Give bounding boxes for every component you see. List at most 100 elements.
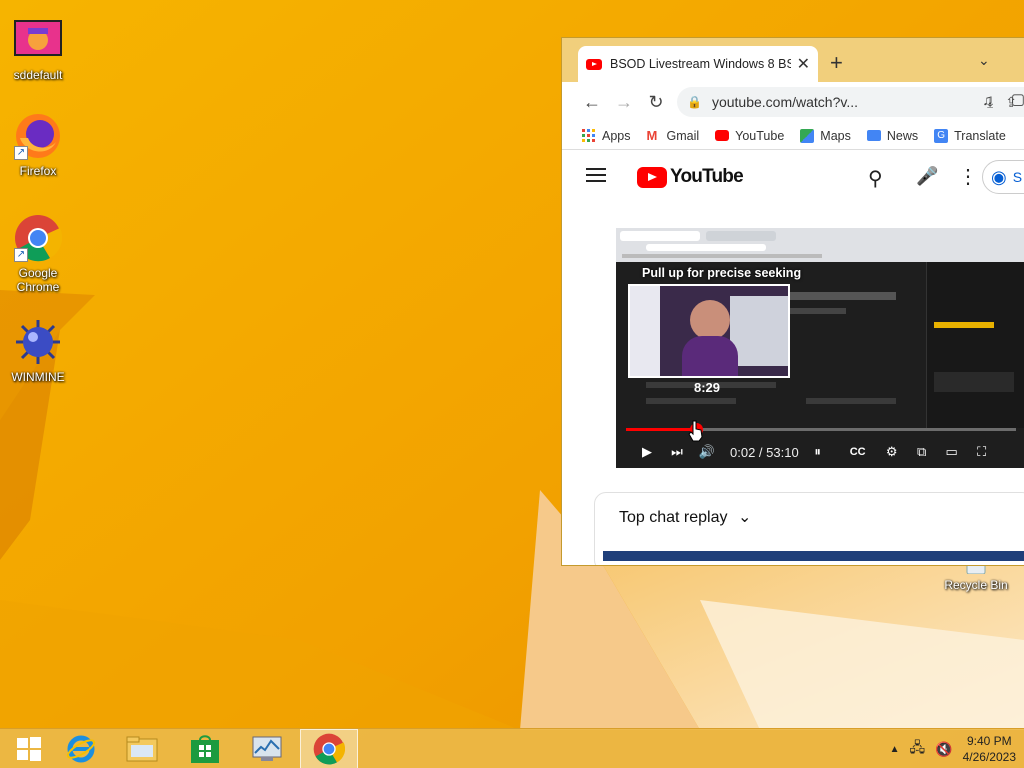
bookmark-gmail[interactable]: M Gmail	[646, 127, 700, 143]
windows-logo-icon	[17, 737, 41, 761]
autoplay-toggle-icon[interactable]: ⏸	[803, 444, 833, 460]
bookmark-label: Gmail	[666, 128, 700, 143]
chat-mode-dropdown[interactable]: Top chat replay ⌄	[619, 507, 751, 527]
new-tab-button[interactable]: +	[830, 50, 843, 76]
network-icon[interactable]: 🖧	[910, 737, 926, 761]
volume-icon[interactable]: 🔊	[692, 444, 722, 460]
fullscreen-icon[interactable]: ⛶	[967, 444, 997, 460]
bookmark-label: YouTube	[735, 128, 785, 143]
side-panel-icon[interactable]: ▢	[1002, 90, 1024, 108]
tab-title: BSOD Livestream Windows 8 BSOD	[610, 57, 791, 71]
desktop-icon-sddefault[interactable]: sddefault	[0, 16, 76, 82]
bookmark-label: Maps	[820, 128, 851, 143]
taskbar: ▲ 🖧 🔇 9:40 PM 4/26/2023	[0, 728, 1024, 768]
forward-arrow-icon[interactable]: →	[608, 92, 640, 113]
seek-preview-time: 8:29	[694, 380, 721, 395]
bookmark-news[interactable]: News	[866, 129, 918, 143]
miniplayer-icon[interactable]: ⧉	[907, 444, 937, 460]
search-icon[interactable]: ⚲	[868, 166, 883, 191]
settings-gear-icon[interactable]: ⚙	[877, 444, 907, 460]
maps-icon	[800, 128, 815, 143]
captions-icon[interactable]: CC	[843, 446, 873, 458]
gmail-icon: M	[646, 127, 658, 143]
store-icon	[191, 735, 219, 763]
monitor-chart-icon	[252, 736, 282, 761]
bookmark-apps[interactable]: Apps	[582, 128, 631, 143]
youtube-page: YouTube ⚲ 🎤 ⋮ ◉ S Pull up for precise se…	[562, 150, 1024, 565]
time-display: 0:02 / 53:10	[730, 444, 799, 460]
url-text: youtube.com/watch?v...	[711, 94, 858, 110]
youtube-favicon-icon	[586, 58, 602, 70]
media-controls-icon[interactable]: ♫	[972, 92, 1004, 109]
seek-preview-thumbnail	[628, 284, 790, 378]
clock[interactable]: 9:40 PM 4/26/2023	[963, 733, 1016, 765]
bookmark-label: Translate	[954, 128, 1006, 143]
bookmark-youtube[interactable]: YouTube	[715, 129, 784, 143]
youtube-icon	[715, 130, 730, 141]
folder-icon	[126, 736, 158, 762]
youtube-header: YouTube ⚲ 🎤 ⋮ ◉ S	[562, 150, 1024, 206]
play-icon[interactable]: ▶	[632, 444, 662, 460]
desktop-icon-label: Recycle Bin	[944, 578, 1008, 592]
bookmark-translate[interactable]: G Translate	[934, 128, 1006, 143]
desktop-icon-label: WINMINE	[11, 370, 65, 384]
mine-icon	[14, 318, 62, 366]
chrome-icon	[313, 733, 345, 765]
browser-tab[interactable]: BSOD Livestream Windows 8 BSOD ✕	[578, 46, 818, 82]
desktop-icon-label: Firefox	[19, 164, 57, 178]
video-player[interactable]: Pull up for precise seeking 8:29 ▶ ⏭ 🔊 0…	[616, 228, 1024, 468]
back-arrow-icon[interactable]: ←	[576, 92, 608, 113]
apps-grid-icon	[582, 128, 595, 142]
microphone-icon[interactable]: 🎤	[916, 166, 938, 187]
bookmark-maps[interactable]: Maps	[800, 128, 851, 143]
bookmarks-bar: Apps M Gmail YouTube Maps News G Transla…	[562, 122, 1024, 150]
chrome-window[interactable]: BSOD Livestream Windows 8 BSOD ✕ + ⌄ ← →…	[561, 37, 1024, 566]
close-tab-icon[interactable]: ✕	[797, 54, 810, 74]
next-icon[interactable]: ⏭	[662, 444, 692, 460]
news-icon	[866, 130, 881, 141]
clock-time: 9:40 PM	[966, 734, 1012, 748]
seek-hint-text: Pull up for precise seeking	[642, 266, 802, 280]
tab-strip: BSOD Livestream Windows 8 BSOD ✕ + ⌄	[562, 38, 1024, 82]
taskbar-file-explorer[interactable]	[113, 729, 171, 768]
player-controls: ▶ ⏭ 🔊 0:02 / 53:10 ⏸ CC ⚙ ⧉ ▭ ⛶	[616, 436, 1024, 468]
menu-icon[interactable]	[586, 168, 606, 182]
lock-icon: 🔒	[687, 95, 702, 109]
youtube-logo[interactable]: YouTube	[637, 166, 744, 188]
start-button[interactable]	[0, 729, 58, 768]
sign-in-label: S	[1012, 169, 1023, 185]
chat-content-bar	[603, 551, 1024, 561]
progress-bar[interactable]	[626, 423, 1016, 436]
shortcut-arrow-icon: ↗	[14, 146, 28, 160]
desktop-icon-label: Google Chrome	[16, 266, 60, 294]
video-frame-browser	[616, 228, 1024, 262]
firefox-icon: ↗	[14, 112, 62, 160]
taskbar-store[interactable]	[176, 729, 234, 768]
taskbar-google-chrome[interactable]	[300, 729, 358, 768]
hand-cursor-icon	[688, 420, 703, 442]
taskbar-internet-explorer[interactable]	[52, 729, 110, 768]
more-options-icon[interactable]: ⋮	[958, 164, 978, 189]
volume-muted-icon[interactable]: 🔇	[935, 741, 952, 758]
account-icon: ◉	[991, 166, 1007, 187]
image-file-icon	[14, 16, 62, 64]
reload-icon[interactable]: ↻	[640, 92, 672, 113]
desktop-icon-winmine[interactable]: WINMINE	[0, 318, 76, 384]
chrome-icon: ↗	[14, 214, 63, 262]
theater-mode-icon[interactable]: ▭	[937, 444, 967, 460]
taskbar-resource-monitor[interactable]	[238, 729, 296, 768]
bookmark-label: Apps	[602, 128, 631, 143]
live-chat-panel: Top chat replay ⌄	[594, 492, 1024, 565]
internet-explorer-icon	[66, 735, 96, 763]
show-hidden-icons-chevron-icon[interactable]: ▲	[890, 744, 900, 755]
translate-icon: G	[934, 128, 949, 143]
clock-date: 4/26/2023	[962, 750, 1016, 764]
youtube-wordmark: YouTube	[670, 166, 744, 187]
progress-bar-fill	[626, 428, 697, 431]
chat-header-label: Top chat replay	[619, 509, 728, 526]
tab-search-chevron-icon[interactable]: ⌄	[978, 52, 990, 69]
chevron-down-icon: ⌄	[737, 509, 752, 526]
desktop-icon-google-chrome[interactable]: ↗ Google Chrome	[0, 214, 76, 294]
desktop-icon-firefox[interactable]: ↗ Firefox	[0, 112, 76, 178]
sign-in-button[interactable]: ◉ S	[982, 160, 1024, 194]
